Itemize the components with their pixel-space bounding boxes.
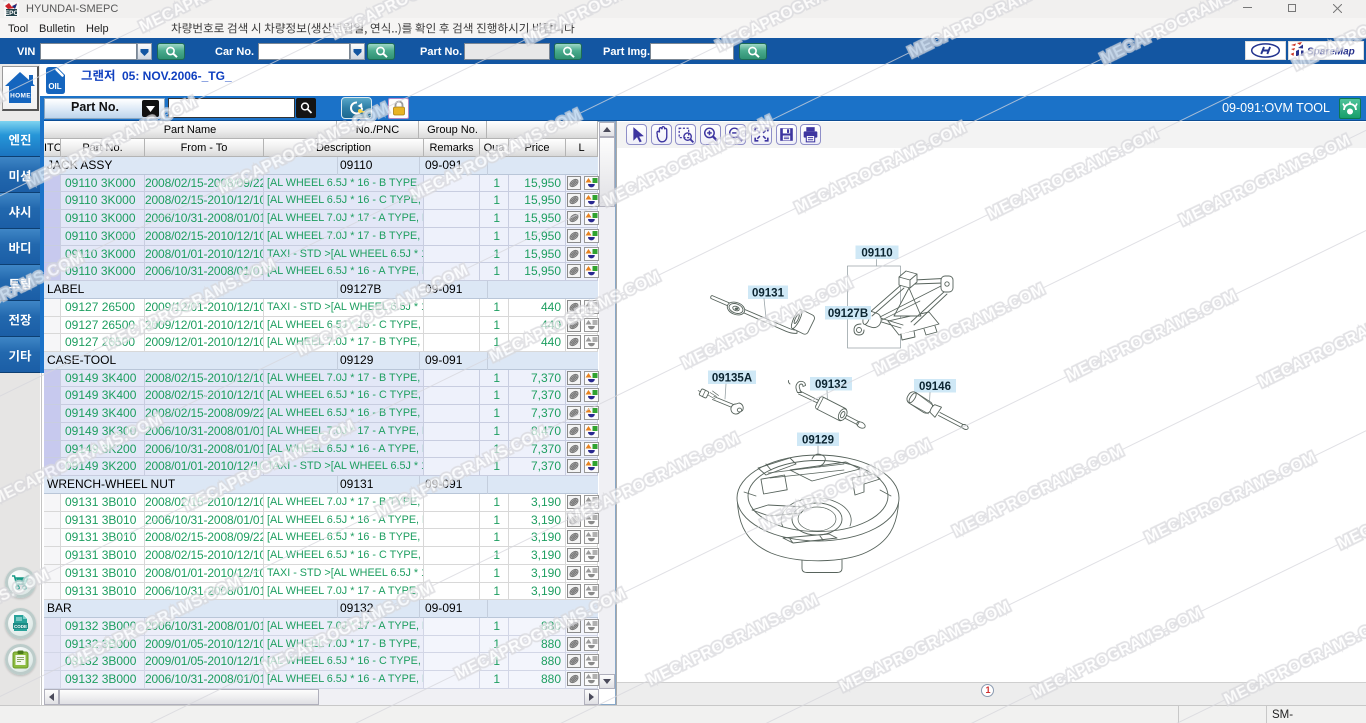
svg-text:09131: 09131 xyxy=(752,288,785,300)
svg-text:09132: 09132 xyxy=(815,379,847,391)
svg-text:09129: 09129 xyxy=(802,435,834,447)
svg-text:09110: 09110 xyxy=(861,248,892,260)
svg-text:09146: 09146 xyxy=(919,381,951,393)
svg-text:09135A: 09135A xyxy=(712,373,752,385)
svg-text:CODE: CODE xyxy=(14,624,27,629)
svg-text:SpareMap: SpareMap xyxy=(1307,47,1355,58)
svg-text:09127B: 09127B xyxy=(828,308,868,320)
